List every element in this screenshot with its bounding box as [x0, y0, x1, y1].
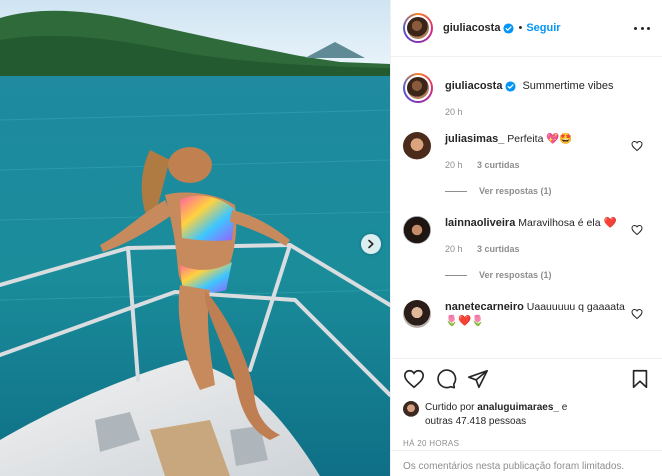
follow-button[interactable]: Seguir [526, 22, 560, 34]
post-photo[interactable] [0, 0, 390, 476]
comment-item: juliasimas_ Perfeita 💖🤩 20 h 3 curtidas [391, 132, 662, 172]
verified-badge-icon [505, 80, 517, 92]
comments-limited-notice: Os comentários nesta publicação foram li… [391, 450, 662, 476]
caption-author-username[interactable]: giuliacosta [445, 79, 502, 93]
author-username[interactable]: giuliacosta [443, 22, 500, 34]
liker-avatar[interactable] [403, 401, 419, 417]
heart-icon[interactable] [403, 368, 425, 390]
heart-icon[interactable] [631, 140, 643, 152]
heart-icon[interactable] [631, 308, 643, 320]
commenter-username[interactable]: nanetecarneiro [445, 301, 524, 313]
more-options-icon[interactable] [634, 20, 650, 36]
liked-by: Curtido por analuguimaraes_ e outras 47.… [403, 401, 651, 429]
comment-bubble-icon[interactable] [435, 368, 457, 390]
post-timestamp[interactable]: HÁ 20 HORAS [403, 439, 651, 448]
heart-icon[interactable] [631, 224, 643, 236]
commenter-avatar[interactable] [403, 132, 431, 160]
comment-time: 20 h [445, 244, 463, 254]
commenter-avatar[interactable] [403, 300, 431, 328]
comment-likes[interactable]: 3 curtidas [477, 244, 520, 254]
comment-text: Perfeita 💖🤩 [507, 133, 573, 145]
caption-time: 20 h [445, 107, 463, 117]
next-photo-button[interactable] [361, 234, 381, 254]
view-replies-button[interactable]: Ver respostas (1) [445, 186, 662, 196]
bookmark-icon[interactable] [629, 368, 651, 390]
chevron-right-icon [368, 239, 374, 249]
post-sidebar: giuliacosta • Seguir giuliacosta Summert… [390, 0, 662, 476]
view-replies-button[interactable]: Ver respostas (1) [445, 270, 662, 280]
commenter-username[interactable]: lainnaoliveira [445, 217, 515, 229]
boat-sea-photo [0, 0, 390, 476]
caption-text: Summertime vibes [522, 80, 614, 92]
comments-list[interactable]: giuliacosta Summertime vibes 20 h julias… [391, 58, 662, 358]
separator-dot: • [518, 22, 523, 34]
verified-badge-icon [503, 22, 515, 34]
caption-author-avatar[interactable] [403, 73, 433, 103]
commenter-username[interactable]: juliasimas_ [445, 133, 504, 145]
author-avatar[interactable] [403, 13, 433, 43]
comment-item: nanetecarneiro Uaauuuuu q gaaaata 🌷❤️🌷 [391, 300, 662, 328]
post-header: giuliacosta • Seguir [391, 0, 662, 57]
commenter-avatar[interactable] [403, 216, 431, 244]
comment-item: lainnaoliveira Maravilhosa é ela ❤️ 20 h… [391, 216, 662, 256]
comment-likes[interactable]: 3 curtidas [477, 160, 520, 170]
liker-username[interactable]: analuguimaraes_ [477, 402, 559, 413]
comment-time: 20 h [445, 160, 463, 170]
likes-count[interactable]: outras 47.418 pessoas [425, 416, 526, 427]
post-actions: Curtido por analuguimaraes_ e outras 47.… [391, 358, 662, 448]
instagram-post-modal: giuliacosta • Seguir giuliacosta Summert… [0, 0, 662, 476]
comment-text: Maravilhosa é ela ❤️ [518, 217, 617, 229]
post-caption: giuliacosta Summertime vibes 20 h [391, 58, 662, 128]
paper-plane-icon[interactable] [467, 368, 489, 390]
